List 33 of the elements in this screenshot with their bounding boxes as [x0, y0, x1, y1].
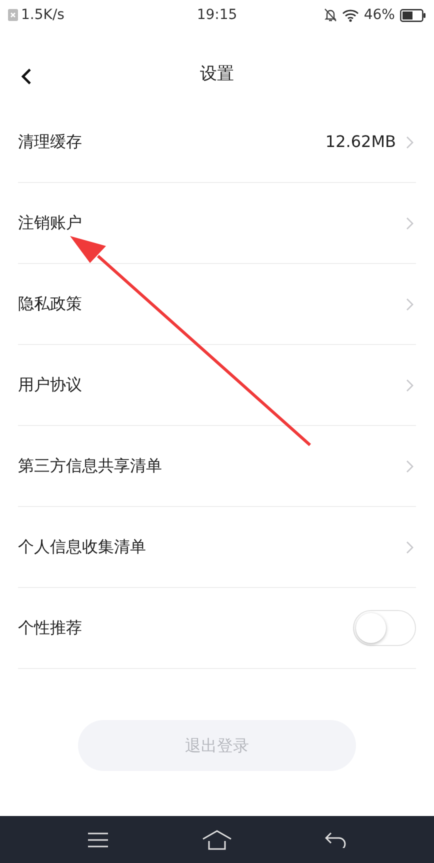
menu-icon[interactable]: [86, 832, 109, 848]
chevron-right-icon: [406, 216, 414, 230]
settings-row[interactable]: 第三方信息共享清单: [18, 426, 416, 507]
clock: 19:15: [196, 6, 238, 24]
back-nav-icon[interactable]: [325, 832, 348, 848]
toggle-switch[interactable]: [353, 610, 416, 646]
row-label: 注销账户: [18, 212, 82, 234]
battery-icon: [400, 8, 426, 22]
row-label: 个性推荐: [18, 617, 82, 639]
battery-percent: 46%: [364, 6, 395, 24]
sim-icon: [8, 9, 18, 21]
settings-row[interactable]: 用户协议: [18, 345, 416, 426]
chevron-right-icon: [406, 460, 414, 472]
back-icon: [20, 68, 32, 84]
row-label: 第三方信息共享清单: [18, 455, 162, 477]
settings-row[interactable]: 清理缓存 12.62MB: [18, 102, 416, 183]
settings-row[interactable]: 个人信息收集清单: [18, 507, 416, 588]
home-icon[interactable]: [202, 830, 232, 850]
row-label: 个人信息收集清单: [18, 536, 146, 558]
row-label: 隐私政策: [18, 293, 82, 315]
row-label: 清理缓存: [18, 131, 82, 153]
chevron-right-icon: [406, 298, 414, 310]
page-title: 设置: [200, 63, 234, 86]
chevron-right-icon: [406, 540, 414, 554]
chevron-right-icon: [406, 378, 414, 392]
wifi-icon: [342, 8, 359, 22]
chevron-right-icon: [406, 136, 414, 148]
settings-row[interactable]: 个性推荐: [18, 588, 416, 669]
settings-row[interactable]: 隐私政策: [18, 264, 416, 345]
row-label: 用户协议: [18, 374, 82, 396]
network-speed: 1.5K/s: [21, 6, 64, 24]
row-value: 12.62MB: [325, 131, 396, 153]
bell-off-icon: [324, 8, 337, 22]
